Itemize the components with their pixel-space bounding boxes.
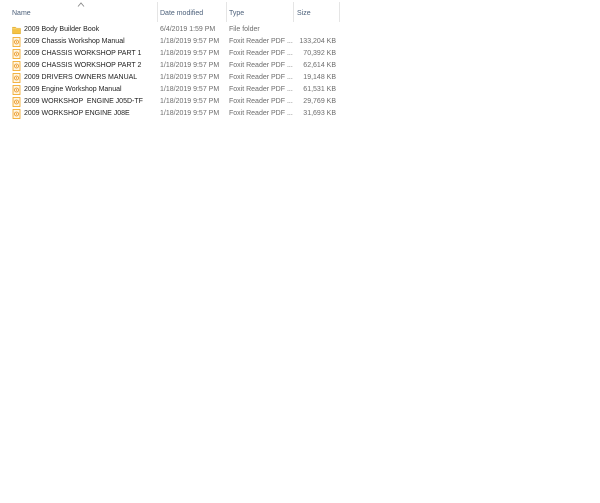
file-date-modified: 1/18/2019 9:57 PM — [160, 74, 220, 81]
file-type: Foxit Reader PDF ... — [229, 74, 293, 81]
file-row[interactable]: 2009 WORKSHOP ENGINE J05D-TF 1/18/2019 9… — [0, 96, 345, 108]
file-size — [296, 24, 336, 36]
file-size: 19,148 KB — [303, 74, 336, 81]
file-type: Foxit Reader PDF ... — [229, 50, 293, 57]
file-date-modified: 1/18/2019 9:57 PM — [160, 86, 220, 93]
file-name: 2009 Chassis Workshop Manual — [24, 38, 125, 45]
column-divider[interactable] — [339, 2, 340, 22]
file-name: 2009 DRIVERS OWNERS MANUAL — [24, 74, 138, 81]
column-header-type[interactable]: Type — [229, 8, 290, 19]
file-name: 2009 CHASSIS WORKSHOP PART 2 — [24, 62, 142, 69]
file-row[interactable]: 2009 WORKSHOP ENGINE J08E 1/18/2019 9:57… — [0, 108, 345, 120]
file-name: 2009 Engine Workshop Manual — [24, 86, 122, 93]
file-type: Foxit Reader PDF ... — [229, 110, 293, 117]
file-type: Foxit Reader PDF ... — [229, 86, 293, 93]
file-size: 70,392 KB — [303, 50, 336, 57]
file-row[interactable]: 2009 Chassis Workshop Manual 1/18/2019 9… — [0, 36, 345, 48]
file-date-modified: 1/18/2019 9:57 PM — [160, 50, 220, 57]
file-row[interactable]: 2009 CHASSIS WORKSHOP PART 1 1/18/2019 9… — [0, 48, 345, 60]
pdf-file-icon — [12, 73, 21, 83]
folder-icon — [12, 26, 21, 35]
pdf-file-icon — [12, 97, 21, 107]
file-date-modified: 1/18/2019 9:57 PM — [160, 62, 220, 69]
file-type: Foxit Reader PDF ... — [229, 98, 293, 105]
file-explorer-details-view: Name Date modified Type Size 2009 Body B… — [0, 0, 600, 503]
column-divider[interactable] — [226, 2, 227, 22]
file-type: File folder — [229, 26, 260, 33]
file-size: 62,614 KB — [303, 62, 336, 69]
file-size: 31,693 KB — [303, 110, 336, 117]
file-name: 2009 WORKSHOP ENGINE J08E — [24, 110, 130, 117]
column-header-size[interactable]: Size — [297, 8, 337, 19]
pdf-file-icon — [12, 109, 21, 119]
file-name: 2009 CHASSIS WORKSHOP PART 1 — [24, 50, 142, 57]
file-row[interactable]: 2009 Body Builder Book 6/4/2019 1:59 PM … — [0, 24, 345, 36]
file-date-modified: 1/18/2019 9:57 PM — [160, 98, 220, 105]
column-header-date-modified[interactable]: Date modified — [160, 8, 223, 19]
file-list: 2009 Body Builder Book 6/4/2019 1:59 PM … — [0, 24, 345, 120]
file-size: 29,769 KB — [303, 98, 336, 105]
file-type: Foxit Reader PDF ... — [229, 62, 293, 69]
column-divider[interactable] — [157, 2, 158, 22]
file-size: 61,531 KB — [303, 86, 336, 93]
file-name: 2009 Body Builder Book — [24, 26, 100, 33]
sort-ascending-icon — [77, 2, 85, 7]
pdf-file-icon — [12, 37, 21, 47]
file-row[interactable]: 2009 DRIVERS OWNERS MANUAL 1/18/2019 9:5… — [0, 72, 345, 84]
pdf-file-icon — [12, 49, 21, 59]
file-name: 2009 WORKSHOP ENGINE J05D-TF — [24, 98, 143, 105]
file-date-modified: 1/18/2019 9:57 PM — [160, 110, 220, 117]
file-type: Foxit Reader PDF ... — [229, 38, 293, 45]
column-header-name[interactable]: Name — [12, 8, 155, 19]
file-date-modified: 6/4/2019 1:59 PM — [160, 26, 216, 33]
file-date-modified: 1/18/2019 9:57 PM — [160, 38, 220, 45]
column-header-bar: Name Date modified Type Size — [0, 0, 600, 24]
pdf-file-icon — [12, 85, 21, 95]
file-row[interactable]: 2009 CHASSIS WORKSHOP PART 2 1/18/2019 9… — [0, 60, 345, 72]
column-divider[interactable] — [293, 2, 294, 22]
file-size: 133,204 KB — [299, 38, 336, 45]
pdf-file-icon — [12, 61, 21, 71]
file-row[interactable]: 2009 Engine Workshop Manual 1/18/2019 9:… — [0, 84, 345, 96]
